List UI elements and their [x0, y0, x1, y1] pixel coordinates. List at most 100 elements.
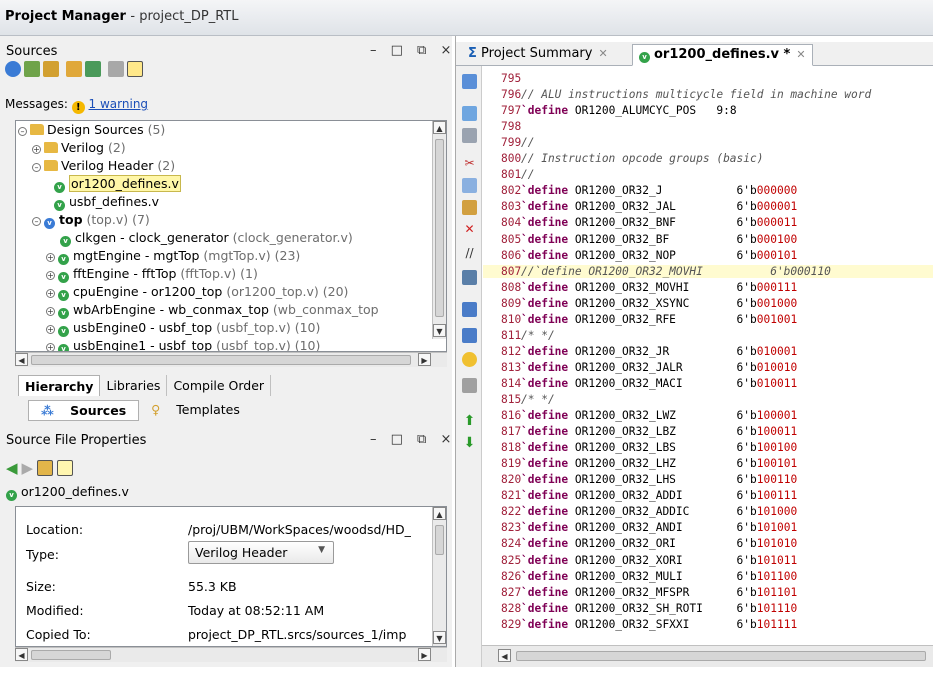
expand-toggle-icon[interactable]: +: [46, 325, 55, 334]
editor-hscroll-thumb[interactable]: [516, 651, 926, 661]
add-sources-icon[interactable]: [66, 61, 82, 77]
undo-icon[interactable]: [462, 128, 477, 143]
code-line: 811/* */: [483, 329, 933, 343]
code-editor[interactable]: 795 796// ALU instructions multicycle fie…: [483, 72, 933, 686]
line-number: 810: [501, 312, 522, 326]
expand-toggle-icon[interactable]: +: [46, 343, 55, 351]
warning-icon: !: [71, 101, 85, 114]
scroll-up-icon[interactable]: ▲: [433, 507, 446, 520]
tree-row-cpuengine[interactable]: + v cpuEngine - or1200_top (or1200_top.v) …: [46, 283, 348, 301]
editor-horizontal-scrollbar[interactable]: ◀: [482, 645, 933, 667]
tab-templates[interactable]: ♀ Templates: [139, 400, 252, 421]
find-in-files-icon[interactable]: [462, 328, 477, 343]
show-file-icon[interactable]: [127, 61, 143, 77]
scroll-left-icon[interactable]: ◀: [498, 649, 511, 662]
go-top-icon[interactable]: ⬆: [462, 414, 477, 429]
macro-name: OR1200_OR32_LHS: [574, 473, 737, 487]
go-bottom-icon[interactable]: ⬇: [462, 436, 477, 451]
props-horizontal-scrollbar[interactable]: ◀ ▶: [15, 647, 447, 662]
pointer-icon[interactable]: [57, 460, 74, 476]
forward-arrow-icon[interactable]: ▶: [22, 459, 34, 477]
binary-literal: 101011: [756, 553, 798, 567]
tree-vertical-scrollbar[interactable]: ▲ ▼: [432, 121, 446, 339]
tree-row-wbarbengine[interactable]: + v wbArbEngine - wb_conmax_top (wb_conmax…: [46, 301, 379, 319]
lightbulb-icon[interactable]: [462, 352, 477, 367]
sources-tree[interactable]: – Design Sources (5) + Verilog (2) – Verilo…: [15, 120, 447, 352]
binary-literal: 010010: [756, 360, 798, 374]
expand-toggle-icon[interactable]: +: [46, 289, 55, 298]
tree-row-design-sources[interactable]: – Design Sources (5): [18, 121, 165, 139]
scroll-right-icon[interactable]: ▶: [418, 648, 431, 661]
sigma-icon: Σ: [468, 46, 477, 61]
expand-toggle-icon[interactable]: +: [32, 145, 41, 154]
scroll-up-icon[interactable]: ▲: [433, 121, 446, 134]
settings-icon[interactable]: [37, 460, 54, 476]
scroll-left-icon[interactable]: ◀: [15, 648, 28, 661]
find-icon[interactable]: [462, 302, 477, 317]
props-scroll-thumb[interactable]: [435, 525, 444, 555]
paste-icon[interactable]: [462, 200, 477, 215]
collapse-toggle-icon[interactable]: –: [32, 163, 41, 172]
tree-row-fftengine[interactable]: + v fftEngine - fftTop (fftTop.v) (1): [46, 265, 258, 283]
macro-value: 6'b: [736, 409, 757, 423]
tree-row-or1200-defines[interactable]: v or1200_defines.v: [54, 175, 181, 193]
hierarchy-update-icon[interactable]: [85, 61, 101, 77]
refresh-icon[interactable]: [462, 106, 477, 121]
language-templates-icon[interactable]: [462, 378, 477, 393]
tree-horizontal-scrollbar[interactable]: ◀ ▶: [15, 352, 447, 367]
back-arrow-icon[interactable]: ◀: [6, 459, 18, 477]
props-vertical-scrollbar[interactable]: ▲ ▼: [432, 507, 446, 646]
expand-toggle-icon[interactable]: +: [46, 253, 55, 262]
props-hscroll-thumb[interactable]: [31, 650, 111, 660]
file-props-panel-controls[interactable]: – □ ⧉ ×: [370, 432, 456, 447]
tree-row-mgtengine[interactable]: + v mgtEngine - mgtTop (mgtTop.v) (23): [46, 247, 300, 265]
cut-icon[interactable]: ✂: [462, 156, 477, 171]
tree-row-top[interactable]: – v top (top.v) (7): [32, 211, 150, 229]
tab-project-summary[interactable]: Σ Project Summary ✕: [462, 44, 614, 66]
tab-sources[interactable]: ⁂ Sources: [28, 400, 140, 421]
scroll-left-icon[interactable]: ◀: [15, 353, 28, 366]
scroll-down-icon[interactable]: ▼: [433, 324, 446, 337]
tree-row-clkgen[interactable]: v clkgen - clock_generator (clock_generat…: [60, 229, 353, 247]
close-icon[interactable]: ✕: [598, 47, 607, 60]
code-comment: //: [521, 136, 535, 150]
tab-compile-order[interactable]: Compile Order: [167, 375, 272, 396]
delete-icon[interactable]: ✕: [462, 222, 477, 237]
properties-icon[interactable]: [108, 61, 124, 77]
tree-row-usbengine0[interactable]: + v usbEngine0 - usbf_top (usbf_top.v) (10…: [46, 319, 320, 337]
tree-row-verilog[interactable]: + Verilog (2): [32, 139, 126, 157]
indent-icon[interactable]: [462, 270, 477, 285]
code-line: 829`define OR1200_OR32_SFXXI 6'b101111: [483, 618, 933, 632]
type-dropdown[interactable]: Verilog Header ▼: [188, 541, 334, 564]
close-icon[interactable]: ✕: [796, 48, 805, 61]
tree-scroll-thumb[interactable]: [435, 139, 444, 317]
collapse-all-icon[interactable]: [24, 61, 40, 77]
tab-hierarchy[interactable]: Hierarchy: [18, 375, 101, 396]
collapse-toggle-icon[interactable]: –: [18, 127, 27, 136]
collapse-toggle-icon[interactable]: –: [32, 217, 41, 226]
tree-row-verilog-header[interactable]: – Verilog Header (2): [32, 157, 175, 175]
warning-link[interactable]: 1 warning: [89, 97, 149, 111]
sources-panel-controls[interactable]: – □ ⧉ ×: [370, 43, 456, 58]
copy-icon[interactable]: [462, 178, 477, 193]
tree-hscroll-thumb[interactable]: [31, 355, 411, 365]
code-line: 810`define OR1200_OR32_RFE 6'b001001: [483, 313, 933, 327]
comment-icon[interactable]: //: [462, 246, 477, 261]
macro-value: 6'b: [736, 360, 757, 374]
tree-row-usbf-defines[interactable]: v usbf_defines.v: [54, 193, 159, 211]
code-line: 804`define OR1200_OR32_BNF 6'b000011: [483, 216, 933, 230]
expand-toggle-icon[interactable]: +: [46, 271, 55, 280]
code-line: 795: [483, 72, 933, 86]
scroll-right-icon[interactable]: ▶: [418, 353, 431, 366]
search-icon[interactable]: [5, 61, 21, 77]
code-line: 798: [483, 120, 933, 134]
binary-literal: 101110: [756, 601, 798, 615]
expand-toggle-icon[interactable]: +: [46, 307, 55, 316]
tab-libraries[interactable]: Libraries: [100, 375, 168, 396]
expand-all-icon[interactable]: [43, 61, 59, 77]
tab-or1200-defines[interactable]: v or1200_defines.v * ✕: [632, 44, 813, 66]
tree-row-usbengine1[interactable]: + v usbEngine1 - usbf_top (usbf_top.v) (10…: [46, 337, 320, 351]
save-icon[interactable]: [462, 74, 477, 89]
define-keyword: `define: [521, 248, 575, 262]
scroll-down-icon[interactable]: ▼: [433, 631, 446, 644]
